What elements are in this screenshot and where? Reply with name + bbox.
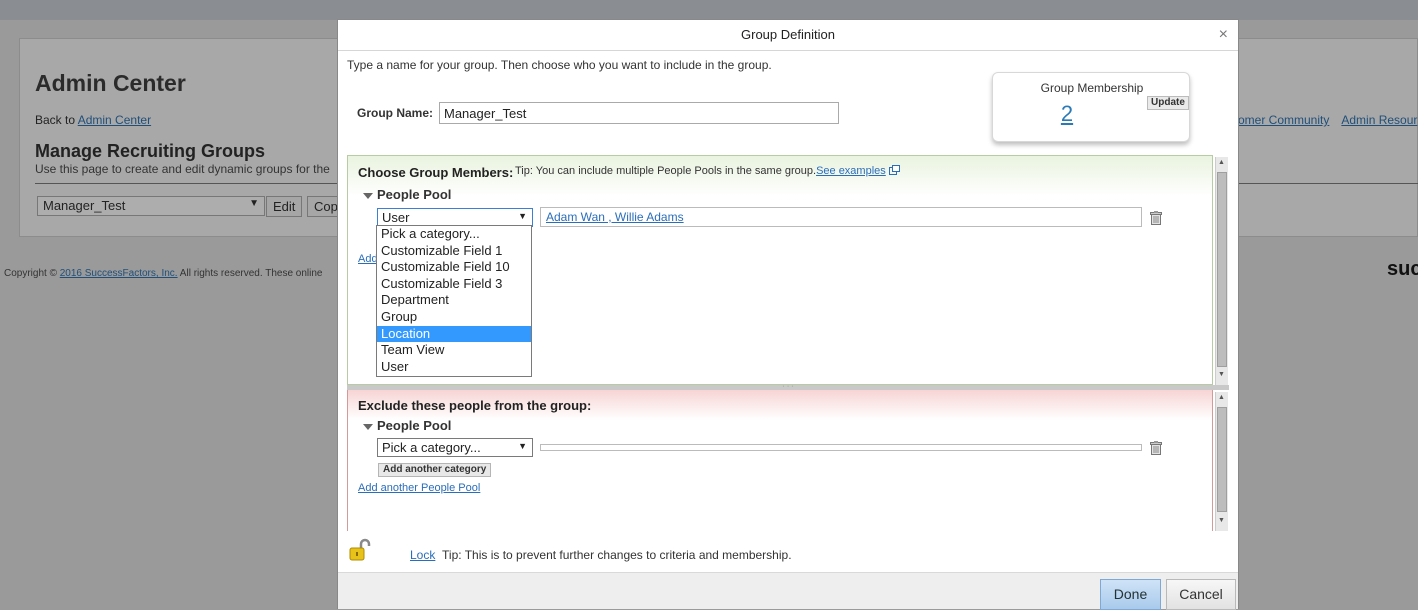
include-values-field[interactable]: Adam Wan , Willie Adams — [540, 207, 1142, 227]
lock-row: Lock Tip: This is to prevent further cha… — [347, 538, 1227, 568]
include-category-value: User — [382, 210, 410, 225]
logo: suc — [1387, 258, 1418, 280]
scroll-down-icon[interactable]: ▼ — [1218, 517, 1225, 524]
add-another-people-pool-link[interactable]: Add another People Pool — [358, 482, 480, 494]
exclude-pool-label: People Pool — [377, 418, 452, 433]
group-membership-card: Group Membership 2 Update — [992, 72, 1190, 142]
section-description: Use this page to create and edit dynamic… — [35, 162, 330, 176]
page-title: Admin Center — [35, 70, 186, 96]
exclude-scroll-thumb[interactable] — [1217, 407, 1227, 512]
group-name-input[interactable] — [439, 102, 839, 124]
cancel-button[interactable]: Cancel — [1166, 579, 1236, 610]
header-links: omer Community Admin Resour — [1238, 113, 1418, 127]
lock-link[interactable]: Lock — [410, 548, 435, 562]
customer-community-link[interactable]: omer Community — [1238, 113, 1329, 127]
back-prefix: Back to — [35, 113, 78, 127]
unlock-icon[interactable] — [349, 538, 373, 562]
intro-text: Type a name for your group. Then choose … — [347, 58, 772, 72]
lock-tip: Tip: This is to prevent further changes … — [442, 548, 792, 562]
close-icon[interactable]: × — [1219, 20, 1228, 50]
lock-tip-row: Lock Tip: This is to prevent further cha… — [410, 548, 792, 562]
section-heading: Manage Recruiting Groups — [35, 141, 266, 161]
membership-title: Group Membership — [1040, 81, 1144, 95]
exclude-people-pool[interactable]: People Pool — [363, 418, 451, 433]
copyright-suffix: All rights reserved. These online — [177, 268, 323, 279]
update-button[interactable]: Update — [1147, 96, 1189, 110]
chevron-down-icon: ▼ — [518, 441, 527, 451]
include-tip-text: Tip: You can include multiple People Poo… — [515, 165, 817, 177]
dialog-footer: Done Cancel — [338, 572, 1238, 610]
include-title: Choose Group Members: — [358, 165, 514, 180]
group-select[interactable]: Manager_Test ▼ — [37, 196, 265, 216]
category-dropdown-list[interactable]: Pick a category... Customizable Field 1 Cu… — [376, 225, 532, 377]
dropdown-option[interactable]: User — [377, 359, 531, 376]
exclude-category-select[interactable]: Pick a category... ▼ — [377, 438, 533, 457]
include-people-pool[interactable]: People Pool — [363, 187, 451, 202]
edit-button[interactable]: Edit — [266, 196, 303, 217]
dropdown-option[interactable]: Group — [377, 309, 531, 326]
exclude-section: Exclude these people from the group: Peo… — [347, 390, 1213, 531]
see-examples-link[interactable]: See examples — [816, 165, 886, 177]
include-add-link[interactable]: Add — [358, 253, 378, 265]
copyright-prefix: Copyright © — [4, 268, 60, 279]
dropdown-option[interactable]: Location — [377, 325, 531, 343]
membership-count-link[interactable]: 2 — [993, 101, 1141, 127]
selected-users-link[interactable]: Adam Wan , Willie Adams — [546, 210, 684, 224]
collapse-triangle-icon — [363, 423, 373, 430]
external-window-icon — [888, 165, 900, 175]
include-scroll-thumb[interactable] — [1217, 172, 1227, 367]
dropdown-option[interactable]: Team View — [377, 342, 531, 359]
dialog-header: Group Definition × — [338, 20, 1238, 51]
exclude-values-field[interactable] — [540, 444, 1142, 451]
successfactors-link[interactable]: 2016 SuccessFactors, Inc. — [60, 268, 178, 279]
group-select-value: Manager_Test — [43, 198, 126, 213]
dropdown-option[interactable]: Customizable Field 1 — [377, 243, 531, 260]
add-another-category-button[interactable]: Add another category — [378, 463, 492, 477]
dropdown-option[interactable]: Pick a category... — [377, 226, 531, 243]
include-tip: Tip: You can include multiple People Poo… — [515, 165, 900, 177]
dropdown-option[interactable]: Department — [377, 292, 531, 309]
dropdown-option[interactable]: Customizable Field 10 — [377, 259, 531, 276]
trash-icon[interactable] — [1150, 211, 1162, 225]
scroll-up-icon[interactable]: ▲ — [1218, 394, 1225, 401]
include-add-link-text[interactable]: Add — [358, 253, 378, 265]
include-scrollbar[interactable]: ▲ ▼ — [1215, 157, 1228, 385]
exclude-title: Exclude these people from the group: — [358, 398, 592, 413]
done-button[interactable]: Done — [1100, 579, 1161, 610]
exclude-category-value: Pick a category... — [382, 440, 481, 455]
add-pool-link-text[interactable]: Add another People Pool — [358, 482, 480, 494]
group-name-label: Group Name: — [357, 106, 434, 120]
scroll-up-icon[interactable]: ▲ — [1218, 159, 1225, 166]
include-pool-label: People Pool — [377, 187, 452, 202]
chevron-down-icon: ▼ — [518, 211, 527, 221]
collapse-triangle-icon — [363, 192, 373, 199]
trash-icon[interactable] — [1150, 441, 1162, 455]
dropdown-option[interactable]: Customizable Field 3 — [377, 276, 531, 293]
scroll-down-icon[interactable]: ▼ — [1218, 371, 1225, 378]
dialog-title: Group Definition — [741, 27, 835, 42]
back-to-admin-center-link[interactable]: Admin Center — [78, 113, 151, 127]
top-bar — [0, 0, 1418, 20]
back-link-row: Back to Admin Center — [35, 113, 151, 127]
admin-resources-link[interactable]: Admin Resour — [1341, 113, 1417, 127]
copyright: Copyright © 2016 SuccessFactors, Inc. Al… — [4, 268, 322, 279]
exclude-scrollbar[interactable]: ▲ ▼ — [1215, 392, 1228, 531]
chevron-down-icon: ▼ — [249, 198, 259, 209]
